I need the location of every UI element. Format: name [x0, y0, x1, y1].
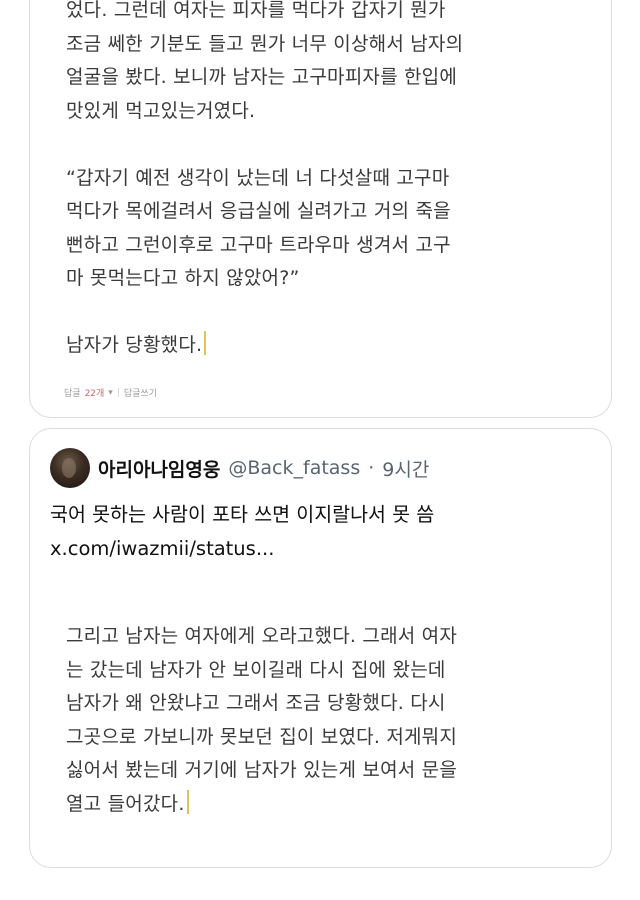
text-line: 남자가 당황했다.	[66, 334, 203, 356]
reply-bar: 답글 22개 ▾ | 답글쓰기	[64, 386, 157, 400]
text-line: 열고 들어갔다.	[66, 792, 185, 815]
quoted-post-text-bottom: 그리고 남자는 여자에게 오라고했다. 그래서 여자 는 갔는데 남자가 안 보…	[66, 620, 566, 821]
divider: |	[116, 387, 120, 398]
tweet-text: 국어 못하는 사람이 포타 쓰면 이지랄나서 못 씀	[50, 503, 435, 526]
write-reply-button[interactable]: 답글쓰기	[124, 386, 157, 399]
text-line: 먹다가 목에걸려서 응급실에 실려가고 거의 죽을	[66, 200, 451, 222]
avatar[interactable]	[50, 448, 90, 488]
text-line-last: 열고 들어갔다.	[66, 788, 566, 822]
separator-dot: ·	[368, 457, 375, 479]
text-cursor	[186, 789, 189, 814]
text-line: 는 갔는데 남자가 안 보이길래 다시 집에 왔는데	[66, 658, 446, 681]
text-line: 었다. 그런데 여자는 피자를 먹다가 갑자기 뭔가	[66, 0, 446, 21]
text-line: 뻔하고 그런이후로 고구마 트라우마 생겨서 고구	[66, 233, 451, 256]
text-line: 싫어서 봤는데 거기에 남자가 있는게 보여서 문을	[66, 759, 458, 781]
text-line: 남자가 왜 안왔냐고 그래서 조금 당황했다. 다시	[66, 692, 446, 714]
timestamp[interactable]: 9시간	[382, 455, 429, 482]
text-line: “갑자기 예전 생각이 났는데 너 다섯살때 고구마	[66, 166, 450, 189]
quoted-post-text-top: 었다. 그런데 여자는 피자를 먹다가 갑자기 뭔가 조금 쎄한 기분도 들고 …	[66, 0, 566, 363]
text-line: 마 못먹는다고 하지 않았어?”	[66, 267, 300, 289]
reply-count[interactable]: 22개	[85, 386, 105, 399]
text-line: 그리고 남자는 여자에게 오라고했다. 그래서 여자	[66, 625, 458, 647]
tweet-link[interactable]: x.com/iwazmii/status...	[50, 532, 590, 566]
tweet-header: 아리아나임영웅 @Back_fatass · 9시간	[50, 446, 429, 490]
reply-label[interactable]: 답글	[64, 386, 81, 399]
text-line: 조금 쎄한 기분도 들고 뭔가 너무 이상해서 남자의	[66, 32, 464, 55]
text-cursor	[204, 331, 207, 355]
chevron-down-icon[interactable]: ▾	[108, 388, 113, 398]
tweet-body: 국어 못하는 사람이 포타 쓰면 이지랄나서 못 씀 x.com/iwazmii…	[50, 498, 590, 566]
text-line: 맛있게 먹고있는거였다.	[66, 99, 256, 122]
text-line-last: 남자가 당황했다.	[66, 329, 566, 363]
handle[interactable]: @Back_fatass	[228, 457, 360, 479]
text-line: 얼굴을 봤다. 보니까 남자는 고구마피자를 한입에	[66, 66, 458, 88]
display-name[interactable]: 아리아나임영웅	[98, 455, 220, 482]
text-line: 그곳으로 가보니까 못보던 집이 보였다. 저게뭐지	[66, 725, 458, 748]
